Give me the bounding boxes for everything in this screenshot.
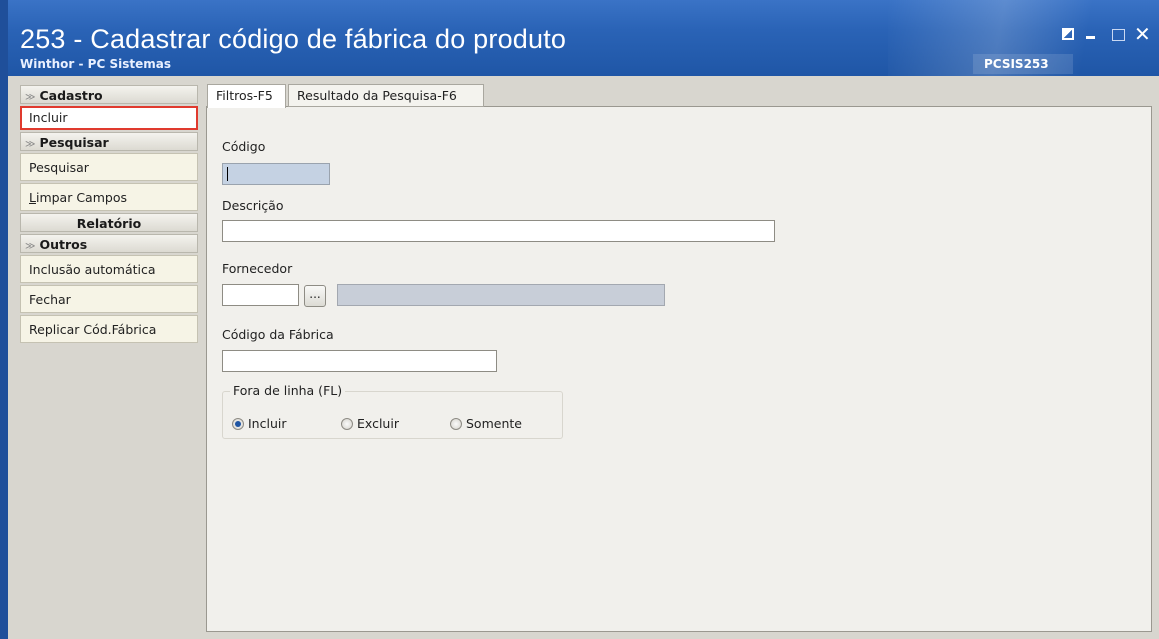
section-title: Outros [39, 237, 88, 252]
replicar-cod-fabrica-button[interactable]: Replicar Cód.Fábrica [20, 315, 198, 343]
tab-resultado-pesquisa[interactable]: Resultado da Pesquisa-F6 [288, 84, 484, 107]
inclusao-automatica-button[interactable]: Inclusão automática [20, 255, 198, 283]
descricao-input[interactable] [222, 220, 775, 242]
radio-selected-icon [232, 417, 244, 430]
codigo-fabrica-input[interactable] [222, 350, 497, 372]
radio-somente[interactable]: Somente [450, 416, 522, 432]
collapse-chevron-icon: ≫ [25, 139, 36, 150]
text-cursor [227, 167, 228, 181]
radio-label: Somente [466, 416, 522, 431]
sidebar: ≫ Cadastro Incluir ≫ Pesquisar Pesquisar L… [20, 85, 198, 345]
descricao-label: Descrição [222, 198, 284, 213]
maximize-icon[interactable] [1112, 29, 1125, 41]
fornecedor-lookup-button[interactable]: ... [304, 285, 326, 307]
codigo-label: Código [222, 139, 266, 154]
restore-icon[interactable] [1062, 28, 1074, 40]
radio-label: Excluir [357, 416, 399, 431]
section-title: Pesquisar [39, 135, 109, 150]
minimize-button[interactable] [1086, 36, 1095, 39]
fornecedor-label: Fornecedor [222, 261, 293, 276]
section-cadastro[interactable]: ≫ Cadastro [20, 85, 198, 104]
collapse-chevron-icon: ≫ [25, 241, 36, 252]
window-subtitle: Winthor - PC Sistemas [20, 57, 171, 71]
fornecedor-code-input[interactable] [222, 284, 299, 306]
codigo-input[interactable] [222, 163, 330, 185]
radio-incluir[interactable]: Incluir [232, 416, 287, 432]
section-outros[interactable]: ≫ Outros [20, 234, 198, 253]
pesquisar-button[interactable]: Pesquisar [20, 153, 198, 181]
radio-unselected-icon [341, 417, 353, 430]
limpar-campos-button[interactable]: Limpar Campos [20, 183, 198, 211]
routine-code: PCSIS253 [984, 57, 1049, 71]
radio-unselected-icon [450, 417, 462, 430]
collapse-chevron-icon: ≫ [25, 92, 36, 103]
radio-excluir[interactable]: Excluir [341, 416, 399, 432]
section-relatorio[interactable]: Relatório [20, 213, 198, 232]
incluir-button[interactable]: Incluir [20, 106, 198, 130]
section-pesquisar[interactable]: ≫ Pesquisar [20, 132, 198, 151]
fora-de-linha-title: Fora de linha (FL) [230, 383, 346, 398]
close-button[interactable]: ✕ [1134, 22, 1151, 46]
codigo-fabrica-label: Código da Fábrica [222, 327, 334, 342]
section-title: Cadastro [39, 88, 103, 103]
fornecedor-name-field [337, 284, 665, 306]
radio-label: Incluir [248, 416, 287, 431]
window-title: 253 - Cadastrar código de fábrica do pro… [20, 24, 567, 54]
tab-filtros[interactable]: Filtros-F5 [207, 84, 286, 108]
fechar-button[interactable]: Fechar [20, 285, 198, 313]
title-bar: 253 - Cadastrar código de fábrica do pro… [8, 0, 1159, 76]
